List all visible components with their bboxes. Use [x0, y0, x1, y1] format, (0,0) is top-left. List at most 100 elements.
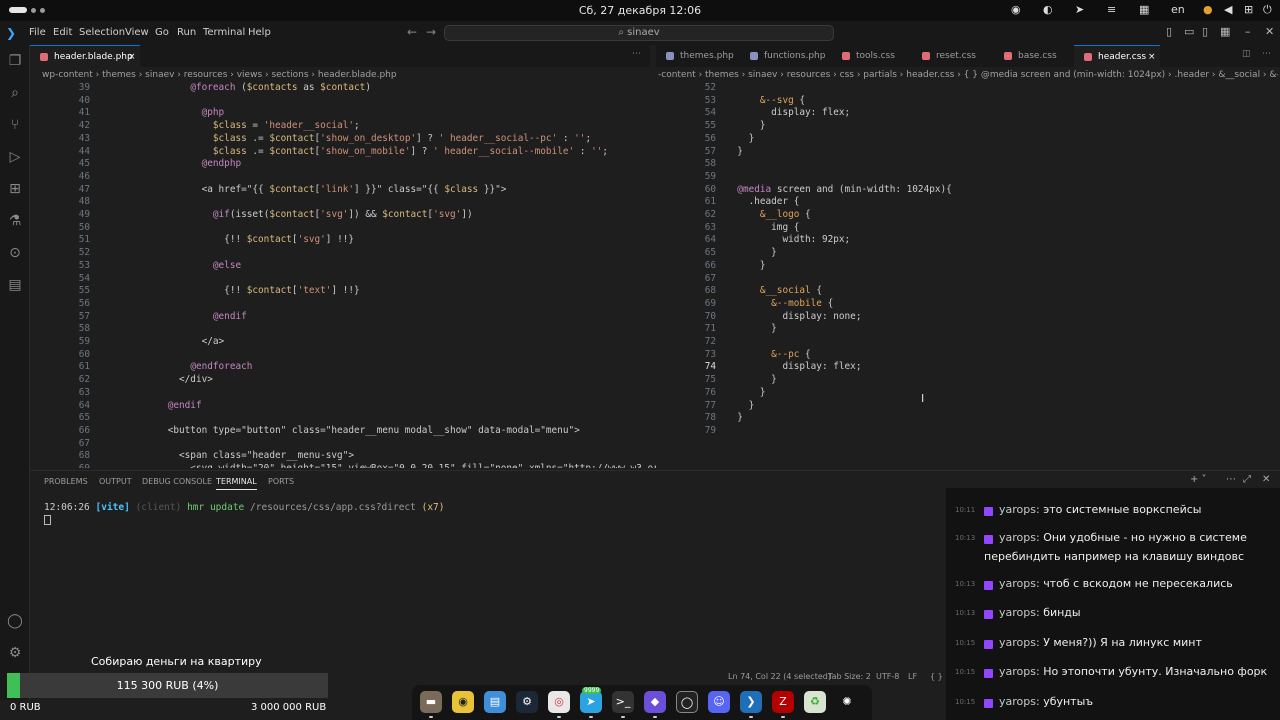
- volume-icon[interactable]: ◀: [1224, 3, 1232, 16]
- trash-icon[interactable]: ♻: [804, 691, 826, 713]
- tab-functions-php[interactable]: functions.php: [740, 45, 825, 67]
- system-clock[interactable]: Сб, 27 декабря 12:06: [0, 4, 1280, 17]
- files-icon[interactable]: ▬: [420, 691, 442, 718]
- breadcrumb[interactable]: wp-content › themes › sinaev › resources…: [42, 67, 642, 83]
- encoding[interactable]: UTF-8: [876, 672, 899, 681]
- line-number: 51: [78, 234, 90, 246]
- close-panel-icon[interactable]: ✕: [1262, 474, 1270, 485]
- search-icon[interactable]: ⌕: [7, 85, 23, 101]
- customize-layout-icon[interactable]: ▦: [1220, 25, 1230, 38]
- breadcrumb[interactable]: -content › themes › sinaev › resources ›…: [658, 67, 1278, 83]
- close-tab-icon[interactable]: ×: [128, 46, 136, 68]
- extensions-icon[interactable]: ⊞: [7, 181, 23, 197]
- document-viewer-icon[interactable]: ▤: [484, 691, 506, 713]
- more-actions-icon[interactable]: ⋯: [1262, 49, 1271, 59]
- tab-size[interactable]: Tab Size: 2: [828, 672, 871, 681]
- tab-reset-css[interactable]: reset.css: [912, 45, 976, 67]
- new-terminal-icon[interactable]: + ˅: [1190, 474, 1207, 485]
- line-number: 49: [78, 209, 90, 220]
- explorer-icon[interactable]: ❐: [7, 53, 23, 69]
- maximize-panel-icon[interactable]: ⤢: [1243, 474, 1251, 485]
- line-number: 56: [78, 297, 90, 309]
- menu-terminal[interactable]: Terminal: [203, 27, 245, 38]
- menu-go[interactable]: Go: [155, 27, 169, 38]
- line-text: display: flex;: [726, 361, 862, 373]
- line-endings[interactable]: LF: [908, 672, 917, 681]
- panel-tab-debug-console[interactable]: DEBUG CONSOLE: [142, 477, 212, 486]
- network-icon[interactable]: ⊞: [1244, 3, 1253, 16]
- menu-run[interactable]: Run: [177, 27, 196, 38]
- github-icon[interactable]: ◯: [676, 691, 698, 713]
- vscode-titlebar: ❯ File Edit Selection View Go Run Termin…: [0, 21, 1280, 45]
- settings-icon[interactable]: ✺: [836, 691, 858, 713]
- forward-arrow-icon[interactable]: →: [426, 25, 436, 39]
- panel-tab-terminal[interactable]: TERMINAL: [216, 477, 257, 490]
- discord-icon[interactable]: ☺: [708, 691, 730, 713]
- accounts-icon[interactable]: ◯: [7, 613, 23, 629]
- line-number: 53: [704, 94, 716, 106]
- run-debug-icon[interactable]: ▷: [7, 149, 23, 165]
- tab-tools-css[interactable]: tools.css: [832, 45, 895, 67]
- menu-edit[interactable]: Edit: [53, 27, 72, 38]
- close-window-icon[interactable]: ✕: [1265, 25, 1274, 38]
- manage-gear-icon[interactable]: ⚙: [7, 645, 23, 661]
- panel-tab-problems[interactable]: PROBLEMS: [44, 477, 88, 486]
- mixer-icon[interactable]: ≡: [1107, 3, 1116, 16]
- toggle-sidebar-icon[interactable]: ▯: [1166, 25, 1172, 38]
- language-mode[interactable]: { }: [930, 672, 943, 681]
- rhythmbox-icon[interactable]: ◉: [452, 691, 474, 713]
- chrome-icon[interactable]: ◎: [548, 691, 570, 718]
- menu-file[interactable]: File: [29, 27, 46, 38]
- tab-header-blade-php[interactable]: header.blade.php ×: [30, 45, 140, 67]
- right-code-editor[interactable]: 52 53 &--svg {54 display: flex; 55 } 56 } 57…: [656, 82, 1276, 468]
- terminal-icon[interactable]: >_: [612, 691, 634, 718]
- toggle-secondary-sidebar-icon[interactable]: ▯: [1202, 25, 1208, 38]
- microphone-icon[interactable]: ●: [1203, 3, 1213, 16]
- close-tab-icon[interactable]: ×: [1148, 46, 1156, 68]
- cursor-position[interactable]: Ln 74, Col 22 (4 selected): [728, 672, 831, 681]
- line-number: 52: [704, 82, 716, 93]
- keyboard-layout[interactable]: en: [1171, 3, 1185, 16]
- testing-icon[interactable]: ⚗: [7, 213, 23, 229]
- panel-tab-output[interactable]: OUTPUT: [99, 477, 132, 486]
- line-number: 59: [78, 336, 90, 347]
- steam-icon[interactable]: ⚙: [516, 691, 538, 713]
- tray-app-icon[interactable]: ◐: [1043, 3, 1053, 16]
- more-actions-icon[interactable]: ⋯: [632, 49, 641, 59]
- command-center-search[interactable]: ⌕ sinaev: [444, 25, 834, 41]
- remote-explorer-icon[interactable]: ⊙: [7, 245, 23, 261]
- split-editor-icon[interactable]: ◫: [1242, 49, 1251, 59]
- css-file-icon: [1084, 53, 1092, 61]
- chat-username: yarops:: [999, 577, 1044, 590]
- panel-tab-ports[interactable]: PORTS: [268, 477, 294, 486]
- line-text: @endphp: [201, 158, 242, 170]
- source-control-icon[interactable]: ⑂: [7, 117, 23, 133]
- menu-help[interactable]: Help: [248, 27, 271, 38]
- filezilla-icon[interactable]: Z: [772, 691, 794, 718]
- docker-icon[interactable]: ▤: [7, 277, 23, 293]
- back-arrow-icon[interactable]: ←: [407, 25, 417, 39]
- telegram-tray-icon[interactable]: ➤: [1075, 3, 1084, 16]
- chat-text: yarops: Они удобные - но нужно в системе…: [984, 528, 1274, 566]
- obsidian-icon[interactable]: ◆: [644, 691, 666, 718]
- line-number: 68: [704, 285, 716, 297]
- terminal-tag: [vite]: [95, 502, 130, 513]
- telegram-icon[interactable]: ➤: [580, 691, 602, 718]
- minimize-window-icon[interactable]: –: [1245, 25, 1251, 38]
- tab-header-css[interactable]: header.css ×: [1074, 45, 1160, 67]
- toggle-panel-icon[interactable]: ▭: [1184, 25, 1194, 38]
- tab-base-css[interactable]: base.css: [994, 45, 1057, 67]
- power-icon[interactable]: ⏻: [1263, 3, 1272, 17]
- left-code-editor[interactable]: 39 @foreach ($contacts as $contact) 40 41 …: [30, 82, 656, 468]
- tab-themes-php[interactable]: themes.php: [656, 45, 734, 67]
- chat-message-text: это системные воркспейсы: [1043, 503, 1202, 516]
- menu-selection[interactable]: Selection: [79, 27, 125, 38]
- terminal-path: /resources/css/app.css?direct: [250, 502, 416, 513]
- vscode-icon[interactable]: ❯: [740, 691, 762, 718]
- line-text: $class .= $contact['show_on_desktop'] ? …: [212, 132, 592, 144]
- more-actions-icon[interactable]: ⋯: [1226, 474, 1236, 485]
- menu-view[interactable]: View: [125, 27, 149, 38]
- keyboard-icon[interactable]: ▦: [1139, 3, 1149, 16]
- obs-tray-icon[interactable]: ◉: [1011, 3, 1021, 16]
- line-number: 58: [78, 323, 90, 335]
